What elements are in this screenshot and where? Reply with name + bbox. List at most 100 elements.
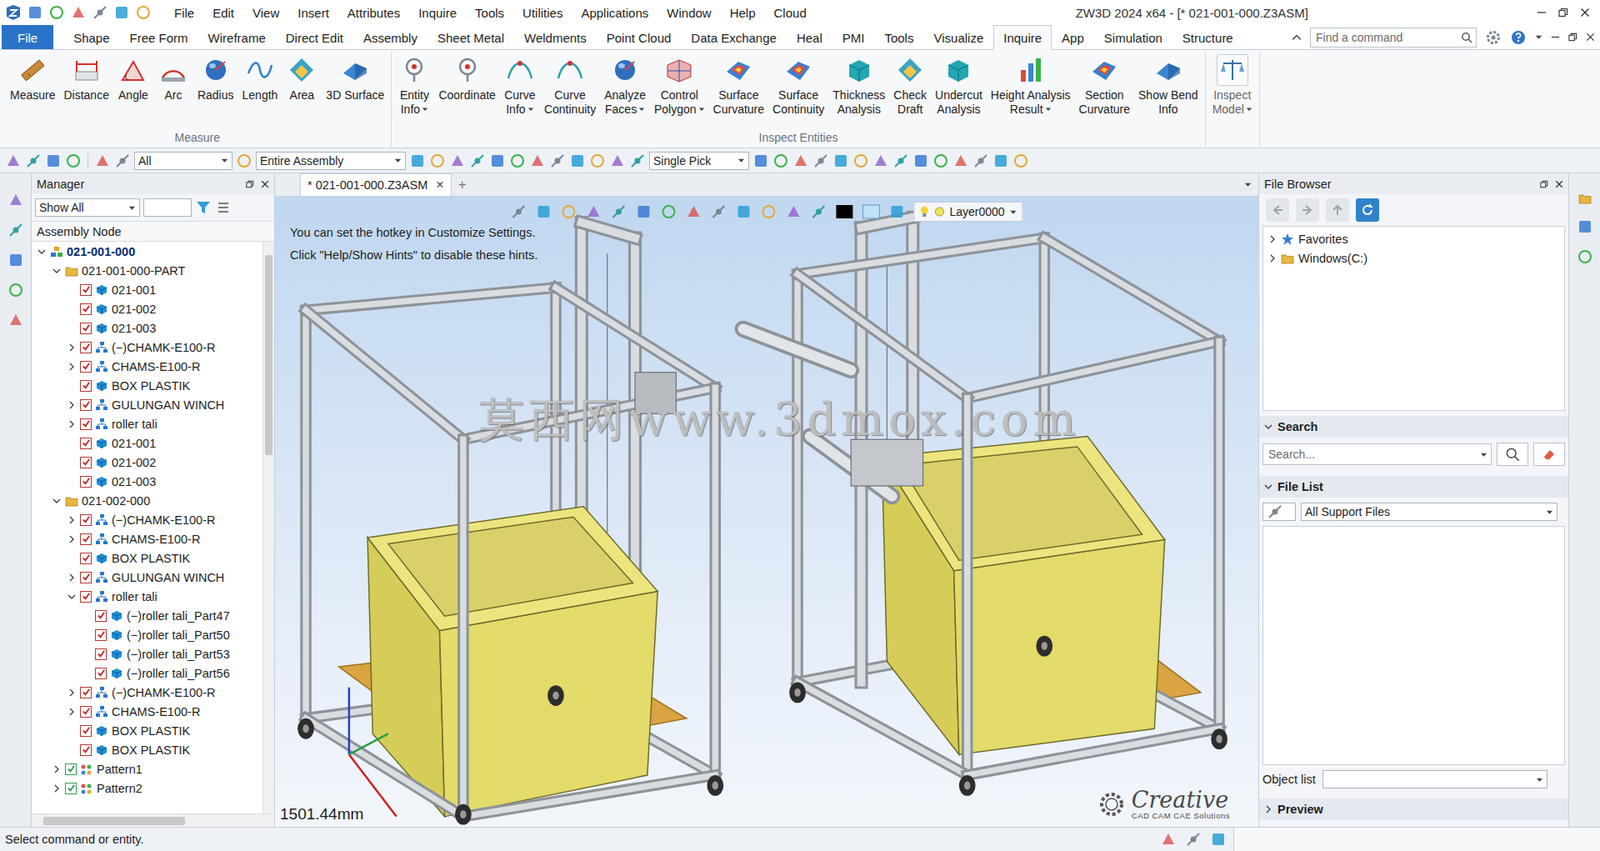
- ribbon-button[interactable]: AnalyzeFaces: [600, 51, 650, 120]
- toolbar-tool-icon[interactable]: [785, 203, 802, 220]
- tree-row[interactable]: 021-002: [31, 299, 263, 319]
- ribbon-button[interactable]: ControlPolygon: [650, 51, 709, 120]
- tree-row[interactable]: (−)roller tali_Part56: [31, 663, 263, 683]
- ribbon-button[interactable]: Area: [282, 51, 321, 105]
- visibility-checkbox[interactable]: [80, 590, 92, 603]
- chevron-right-icon[interactable]: [67, 400, 76, 410]
- tree-row[interactable]: 021-001-000: [31, 241, 263, 261]
- visibility-checkbox[interactable]: [80, 418, 92, 430]
- toolbar-tool-icon[interactable]: [852, 152, 870, 170]
- toolbar-tool-icon[interactable]: [772, 152, 790, 170]
- find-command-input[interactable]: [1314, 30, 1461, 45]
- tree-row[interactable]: CHAMS-E100-R: [31, 701, 263, 721]
- toolbar-tool-icon[interactable]: [569, 152, 586, 170]
- tree-row[interactable]: 021-001: [31, 280, 263, 300]
- forward-button[interactable]: [1295, 198, 1320, 222]
- ribbon-tab[interactable]: Free Form: [120, 25, 199, 50]
- toolbar-tool-icon[interactable]: [135, 4, 152, 21]
- ribbon-button[interactable]: Coordinate: [435, 51, 500, 105]
- 3d-viewport[interactable]: Layer0000You can set the hotkey in Custo…: [275, 196, 1259, 827]
- ribbon-tab[interactable]: Tools: [874, 25, 924, 50]
- clear-search-button[interactable]: [1533, 442, 1565, 466]
- menu-item[interactable]: Cloud: [766, 4, 815, 22]
- close-tab-button[interactable]: ×: [435, 177, 444, 193]
- toolbar-tool-icon[interactable]: [585, 203, 602, 220]
- chevron-right-icon[interactable]: [67, 420, 76, 429]
- toolbar-tool-icon[interactable]: [589, 152, 606, 170]
- preview-section-header[interactable]: Preview: [1259, 798, 1569, 820]
- folder-row[interactable]: Favorites: [1263, 229, 1565, 249]
- view-mode-select[interactable]: [1262, 502, 1296, 521]
- chevron-right-icon[interactable]: [67, 535, 76, 544]
- settings-gear-icon[interactable]: [1485, 29, 1502, 46]
- window-restore-icon[interactable]: [1568, 32, 1578, 42]
- chevron-right-icon[interactable]: [67, 707, 76, 716]
- visibility-checkbox[interactable]: [80, 533, 92, 545]
- search-field[interactable]: [1262, 443, 1492, 465]
- toolbar-tool-icon[interactable]: [429, 152, 446, 170]
- toolbar-tool-icon[interactable]: [65, 152, 82, 170]
- tree-row[interactable]: (−)CHAMK-E100-R: [31, 682, 263, 702]
- menu-item[interactable]: View: [245, 4, 287, 22]
- ribbon-tab[interactable]: Inquire: [993, 25, 1052, 50]
- ribbon-button[interactable]: CurveInfo: [500, 51, 540, 120]
- menu-item[interactable]: File: [166, 4, 202, 22]
- tree-row[interactable]: (−)roller tali_Part53: [31, 644, 263, 664]
- visibility-checkbox[interactable]: [80, 284, 92, 296]
- tree-row[interactable]: 021-002-000: [31, 490, 263, 510]
- toolbar-tool-icon[interactable]: [735, 203, 752, 220]
- tree-expander[interactable]: [36, 246, 47, 257]
- scroll-thumb[interactable]: [265, 255, 273, 455]
- toolbar-tool-icon[interactable]: [510, 203, 527, 220]
- file-type-select[interactable]: All Support Files: [1300, 502, 1558, 521]
- toolbar-tool-icon[interactable]: [25, 152, 42, 170]
- color-swatch-blue-icon[interactable]: [861, 204, 880, 220]
- visibility-checkbox[interactable]: [80, 303, 92, 315]
- toolbar-tool-icon[interactable]: [7, 191, 25, 209]
- ribbon-tab[interactable]: Shape: [63, 25, 120, 50]
- window-close-icon[interactable]: [1585, 32, 1595, 42]
- folder-row[interactable]: Windows(C:): [1263, 248, 1565, 268]
- chevron-right-icon[interactable]: [1264, 805, 1273, 814]
- visibility-checkbox[interactable]: [80, 341, 92, 354]
- window-restore-icon[interactable]: [245, 180, 255, 189]
- toolbar-tool-icon[interactable]: [609, 152, 626, 170]
- ribbon-tab[interactable]: Point Cloud: [596, 25, 682, 50]
- assembly-model-drawing[interactable]: [275, 196, 1259, 827]
- tree-expander[interactable]: [66, 342, 77, 353]
- toolbar-tool-icon[interactable]: [7, 311, 25, 329]
- toolbar-tool-icon[interactable]: [235, 152, 253, 170]
- ribbon-button[interactable]: Radius: [194, 51, 238, 105]
- ribbon-tab[interactable]: Heal: [786, 25, 833, 50]
- chevron-down-icon[interactable]: [1264, 422, 1273, 431]
- tree-row[interactable]: roller tali: [31, 586, 263, 606]
- ribbon-button[interactable]: ThicknessAnalysis: [829, 51, 889, 120]
- ribbon-button[interactable]: 3D Surface: [322, 51, 388, 105]
- chevron-right-icon[interactable]: [1268, 254, 1277, 263]
- tree-row[interactable]: GULUNGAN WINCH: [31, 395, 263, 415]
- tree-expander[interactable]: [66, 361, 77, 372]
- visibility-checkbox[interactable]: [80, 456, 92, 469]
- tree-row[interactable]: BOX PLASTIK: [31, 375, 263, 395]
- ribbon-button[interactable]: Show BendInfo: [1135, 51, 1202, 120]
- toolbar-tool-icon[interactable]: [610, 203, 627, 220]
- visibility-checkbox[interactable]: [95, 667, 107, 680]
- tree-row[interactable]: (−)roller tali_Part47: [31, 605, 263, 625]
- toolbar-tool-icon[interactable]: [113, 4, 130, 21]
- tree-row[interactable]: roller tali: [31, 414, 263, 434]
- toolbar-tool-icon[interactable]: [94, 152, 111, 170]
- toolbar-tool-icon[interactable]: [560, 203, 577, 220]
- tree-expander[interactable]: [51, 265, 62, 276]
- ribbon-tab[interactable]: Data Exchange: [680, 25, 787, 50]
- visibility-checkbox[interactable]: [80, 360, 92, 373]
- tree-row[interactable]: CHAMS-E100-R: [31, 356, 263, 376]
- tree-row[interactable]: BOX PLASTIK: [31, 720, 263, 740]
- vertical-scrollbar[interactable]: [262, 241, 275, 814]
- tree-row[interactable]: Pattern1: [31, 759, 263, 779]
- tree-row[interactable]: 021-001: [31, 433, 263, 453]
- visibility-checkbox[interactable]: [80, 686, 92, 699]
- tree-row[interactable]: BOX PLASTIK: [31, 548, 263, 568]
- window-close-icon[interactable]: [260, 180, 270, 189]
- chevron-right-icon[interactable]: [52, 784, 61, 793]
- toolbar-tool-icon[interactable]: [1210, 830, 1227, 848]
